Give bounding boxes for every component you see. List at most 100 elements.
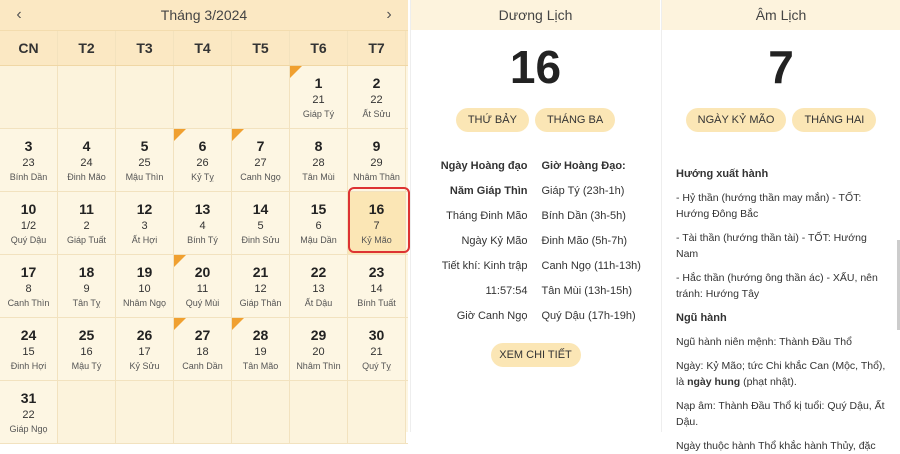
- lunar-date: 21: [370, 346, 383, 358]
- can-chi-label: Mậu Dần: [300, 235, 337, 245]
- day-cell[interactable]: 18 9 Tân Tỵ: [58, 255, 116, 317]
- can-chi-label: Ất Dậu: [304, 298, 333, 308]
- day-cell[interactable]: 9 29 Nhâm Thân: [348, 129, 406, 191]
- solar-date: 24: [20, 327, 37, 343]
- day-cell[interactable]: 10 1/2 Quý Dậu: [0, 192, 58, 254]
- day-cell[interactable]: 27 18 Canh Dần: [174, 318, 232, 380]
- day-cell[interactable]: 13 4 Bính Tý: [174, 192, 232, 254]
- day-cell[interactable]: 12 3 Ất Hợi: [116, 192, 174, 254]
- day-cell[interactable]: 8 28 Tân Mùi: [290, 129, 348, 191]
- week-row: 24 15 Đinh Hợi 25 16 Mậu Tý 26 17 Kỷ Sửu 27 18 Canh…: [0, 318, 408, 381]
- empty-cell: [232, 381, 290, 443]
- day-cell[interactable]: 28 19 Tân Mão: [232, 318, 290, 380]
- day-cell[interactable]: 25 16 Mậu Tý: [58, 318, 116, 380]
- can-chi-label: Mậu Tý: [71, 361, 102, 371]
- good-hour-item: Quý Dậu (17h-19h): [541, 310, 636, 322]
- day-cell[interactable]: 30 21 Quý Tỵ: [348, 318, 406, 380]
- day-cell[interactable]: 15 6 Mậu Dần: [290, 192, 348, 254]
- weekday-t4: T4: [174, 31, 232, 65]
- calendar-grid: 1 21 Giáp Tý 2 22 Ất Sửu 3 23 Bính Dần 4 24 Đinh Mã…: [0, 66, 408, 444]
- prev-month-button[interactable]: ‹: [10, 6, 28, 24]
- can-chi-label: Nhâm Thân: [353, 172, 400, 182]
- day-cell[interactable]: 5 25 Mậu Thìn: [116, 129, 174, 191]
- auspicious-marker: [290, 66, 302, 78]
- day-cell[interactable]: 3 23 Bính Dần: [0, 129, 58, 191]
- empty-cell: [290, 381, 348, 443]
- day-cell[interactable]: 29 20 Nhâm Thìn: [290, 318, 348, 380]
- empty-cell: [232, 66, 290, 128]
- good-hours-list: Giờ Hoàng Đạo: Giáp Tý (23h-1h) Bính Dần …: [536, 154, 661, 329]
- good-hour-item: Canh Ngọ (11h-13h): [541, 260, 641, 272]
- view-details-button[interactable]: XEM CHI TIẾT: [490, 343, 581, 367]
- lunar-date: 3: [141, 220, 148, 232]
- wealth-god-text: - Tài thần (hướng thần tài) - TỐT: Hướng…: [676, 232, 867, 260]
- can-chi-label: Bính Tý: [187, 235, 218, 245]
- calendar-panel: ‹ Tháng 3/2024 › CN T2 T3 T4 T5 T6 T7 1 21 Giáp …: [0, 0, 410, 444]
- day-cell[interactable]: 22 13 Ất Dậu: [290, 255, 348, 317]
- empty-cell: [116, 381, 174, 443]
- day-cell[interactable]: 21 12 Giáp Thân: [232, 255, 290, 317]
- lunar-date: 22: [22, 409, 35, 421]
- lunar-date: 12: [254, 283, 267, 295]
- lunar-date: 14: [370, 283, 383, 295]
- lunar-panel: Âm Lịch 7 NGÀY KỶ MÃO THÁNG HAI Hướng xu…: [661, 0, 900, 452]
- good-hour-item: Bính Dần (3h-5h): [541, 210, 626, 222]
- lunar-date: 26: [196, 157, 209, 169]
- five-elements-title: Ngũ hành: [676, 312, 727, 324]
- lunar-header: Âm Lịch: [662, 0, 900, 30]
- lunar-date: 11: [196, 283, 209, 295]
- good-hour-item: Giáp Tý (23h-1h): [541, 185, 625, 197]
- day-cell[interactable]: 31 22 Giáp Ngọ: [0, 381, 58, 443]
- solar-date: 18: [78, 264, 95, 280]
- solar-date: 13: [194, 201, 211, 217]
- solar-header: Dương Lịch: [411, 0, 660, 30]
- day-cell[interactable]: 1 21 Giáp Tý: [290, 66, 348, 128]
- lunar-day: 7: [768, 41, 794, 93]
- solar-day: 16: [509, 41, 562, 93]
- day-cell[interactable]: 24 15 Đinh Hợi: [0, 318, 58, 380]
- day-cell[interactable]: 14 5 Đinh Sửu: [232, 192, 290, 254]
- can-chi-label: Bính Tuất: [357, 298, 396, 308]
- lunar-date: 1/2: [20, 220, 37, 232]
- day-cell[interactable]: 4 24 Đinh Mão: [58, 129, 116, 191]
- lunar-date: 4: [199, 220, 206, 232]
- day-cell[interactable]: 11 2 Giáp Tuất: [58, 192, 116, 254]
- solar-date: 8: [314, 138, 323, 154]
- lunar-date: 19: [254, 346, 267, 358]
- lunar-date: 18: [196, 346, 209, 358]
- solar-date: 2: [372, 75, 381, 91]
- lunar-date: 17: [138, 346, 151, 358]
- evil-god-text: - Hắc thần (hướng ông thần ác) - XẤU, nê…: [676, 272, 878, 300]
- empty-cell: [174, 66, 232, 128]
- solar-date: 26: [136, 327, 153, 343]
- day-info-item: Giờ Canh Ngọ: [456, 310, 528, 322]
- day-cell[interactable]: 26 17 Kỷ Sửu: [116, 318, 174, 380]
- can-chi-label: Quý Mùi: [185, 298, 220, 308]
- day-cell[interactable]: 19 10 Nhâm Ngọ: [116, 255, 174, 317]
- weekday-t6: T6: [290, 31, 348, 65]
- day-cell[interactable]: 23 14 Bính Tuất: [348, 255, 406, 317]
- can-chi-label: Đinh Mão: [67, 172, 106, 182]
- day-info-item: Tiết khí: Kinh trập: [441, 260, 528, 272]
- weekday-t5: T5: [232, 31, 290, 65]
- day-cell[interactable]: 20 11 Quý Mùi: [174, 255, 232, 317]
- day-cell[interactable]: 17 8 Canh Thìn: [0, 255, 58, 317]
- can-chi-label: Nhâm Thìn: [296, 361, 341, 371]
- day-cell[interactable]: 7 27 Canh Ngọ: [232, 129, 290, 191]
- solar-date: 23: [368, 264, 385, 280]
- calendar-header: ‹ Tháng 3/2024 ›: [0, 0, 408, 30]
- lunar-date: 13: [312, 283, 325, 295]
- next-month-button[interactable]: ›: [380, 6, 398, 24]
- week-row: 1 21 Giáp Tý 2 22 Ất Sửu: [0, 66, 408, 129]
- solar-date: 30: [368, 327, 385, 343]
- day-cell[interactable]: 2 22 Ất Sửu: [348, 66, 406, 128]
- lunar-date: 10: [138, 283, 151, 295]
- empty-cell: [174, 381, 232, 443]
- can-chi-label: Canh Dần: [182, 361, 223, 371]
- day-cell[interactable]: 6 26 Kỷ Tỵ: [174, 129, 232, 191]
- can-chi-label: Canh Ngọ: [240, 172, 281, 182]
- empty-cell: [348, 381, 406, 443]
- solar-date: 10: [20, 201, 37, 217]
- can-chi-label: Đinh Sửu: [241, 235, 280, 245]
- empty-cell: [116, 66, 174, 128]
